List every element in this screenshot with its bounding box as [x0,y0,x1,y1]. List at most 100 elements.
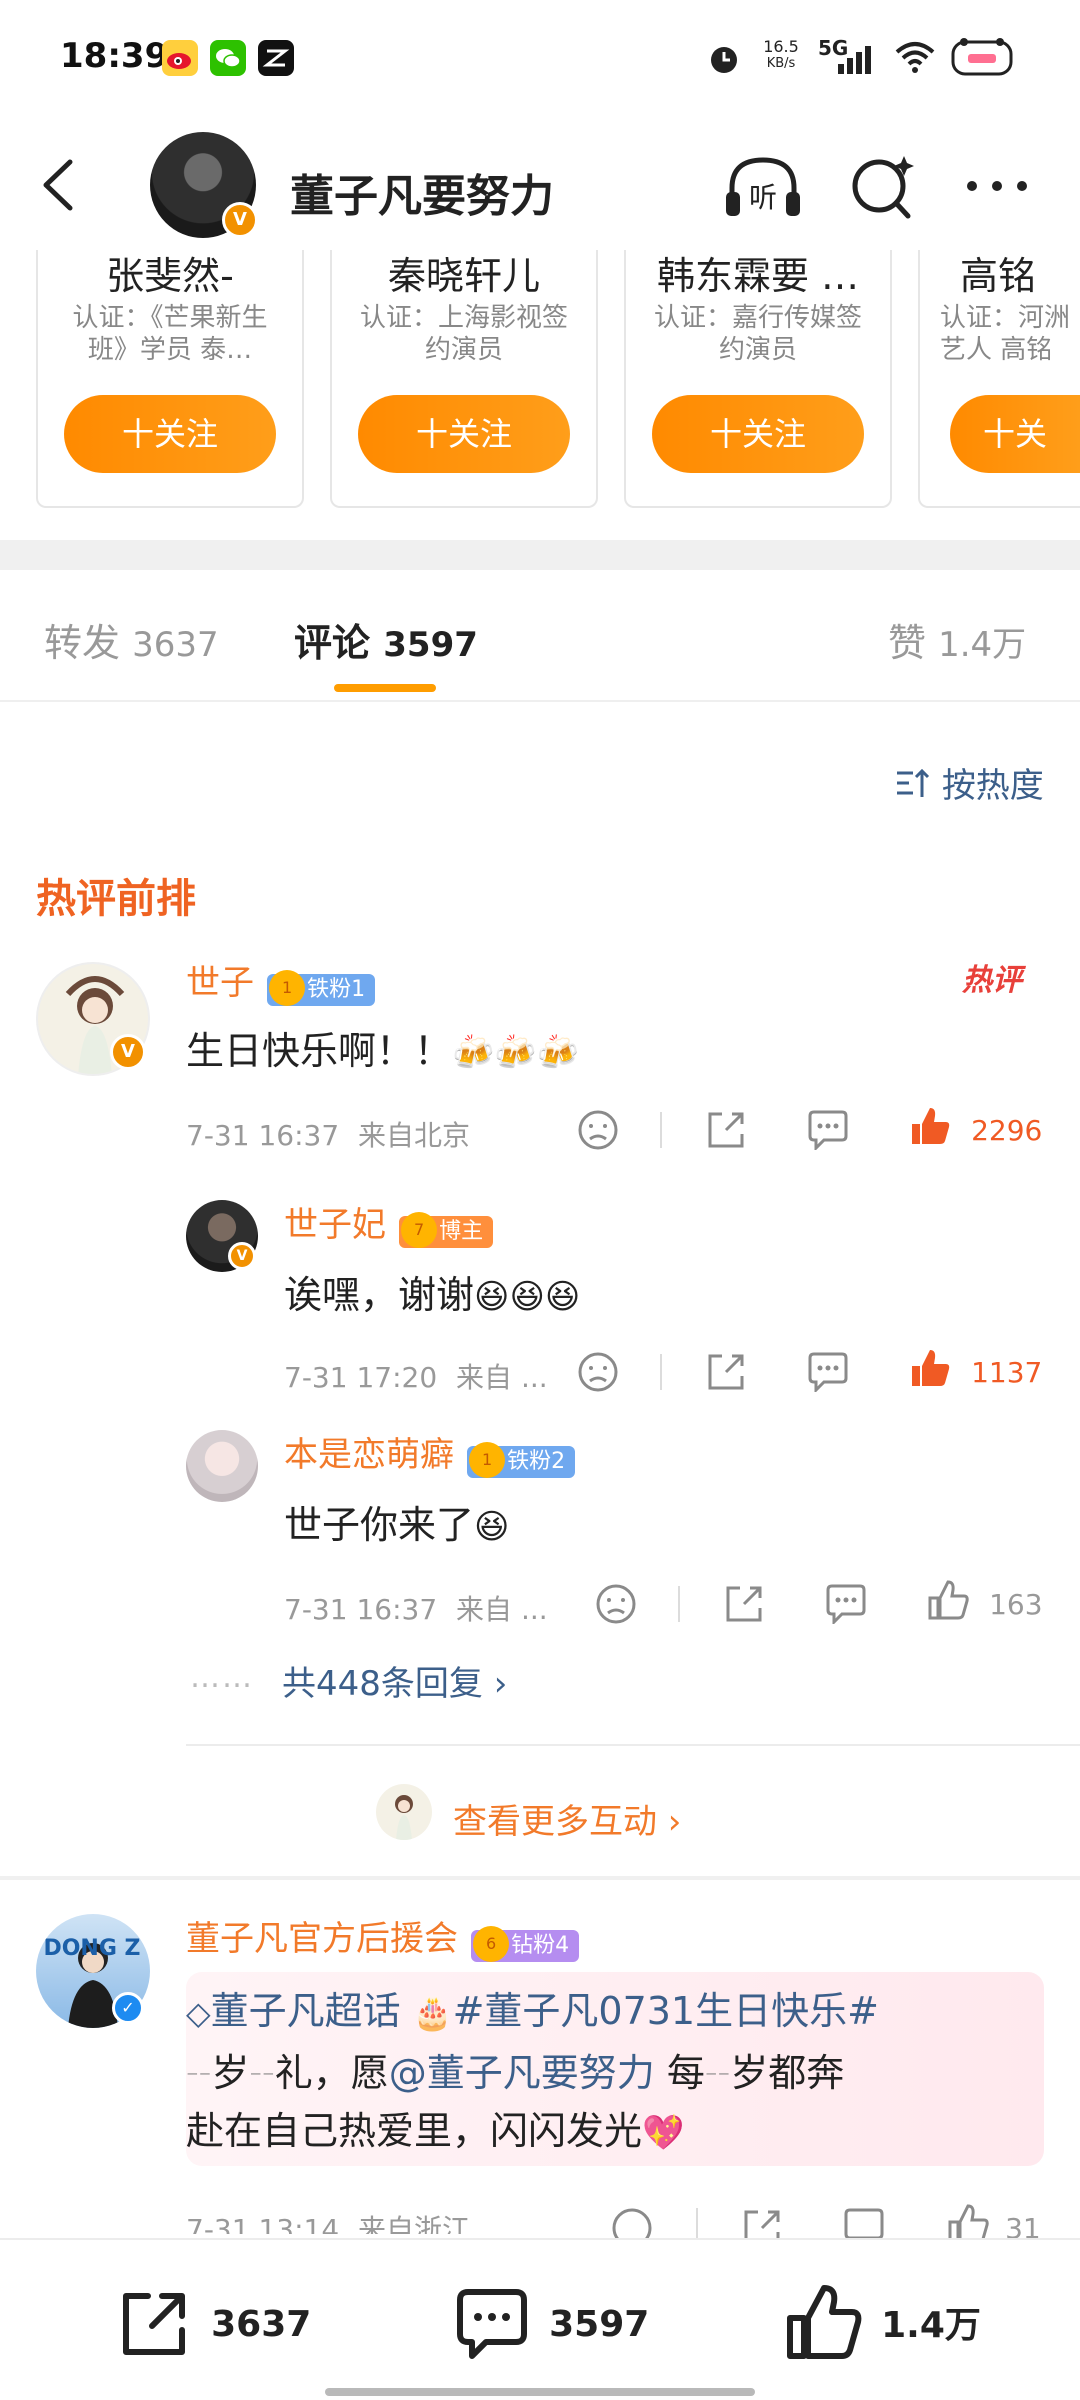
comment-username[interactable]: 董子凡官方后援会 [186,1919,458,1959]
reply-icon[interactable] [842,2208,886,2238]
dislike-icon[interactable] [594,1582,638,1630]
sort-icon [895,766,942,806]
tab-like-count: 1.4万 [938,625,1027,665]
reply-username[interactable]: 世子妃 [284,1205,386,1245]
follow-button[interactable]: 十关 [950,395,1080,473]
search-icon[interactable] [846,150,920,228]
comment-text-line: 赴在自己热爱里，闪闪发光💖 [186,2109,685,2153]
comment-meta: 7-31 16:37 来自北京 [186,1114,470,1154]
like-button[interactable]: 1137 [908,1346,1042,1390]
dislike-icon[interactable] [576,1108,620,1156]
reply-location: 来自 ... [456,1593,548,1626]
follow-button[interactable]: 十关注 [652,395,864,473]
net-speed: 16.5 KB/s [758,38,804,72]
dislike-icon[interactable] [610,2206,654,2238]
diamond-icon: ◇ [186,1994,211,2032]
share-icon[interactable] [704,1350,748,1398]
back-button[interactable] [36,152,86,222]
verified-badge: V [222,202,258,238]
comment-header: 世子 1 铁粉1 [186,955,376,1006]
reply-header: 世子妃 7 博主 [284,1197,494,1248]
comment-text-line: ◇董子凡超话 🎂#董子凡0731生日快乐# [186,1980,879,2035]
like-button[interactable]: 31 [946,2202,1041,2238]
tab-comment[interactable]: 评论 3597 [294,612,478,667]
repost-count: 3637 [211,2303,312,2345]
reply-text: 世子你来了😆 [284,1503,510,1547]
action-separator [660,1112,662,1148]
action-separator [696,2208,698,2238]
recommend-card-name: 张斐然- [106,254,234,298]
reply-avatar[interactable] [186,1430,258,1502]
sort-button[interactable]: 按热度 [895,758,1044,807]
tab-like-label: 赞 [888,621,927,665]
crown-icon: 6 [473,1925,510,1962]
recommend-card-name: 高铭 [960,254,1037,298]
supertopic-link[interactable]: 董子凡超话 [211,1989,401,2033]
net-speed-unit: KB/s [766,56,796,71]
divider [186,1744,1080,1746]
dislike-icon[interactable] [576,1350,620,1398]
sparkle-deco-icon: ⁻⁻ [704,2064,731,2092]
recommend-card-cert: 认证：《芒果新生班》学员 泰… [72,303,268,365]
wechat-app-icon [210,40,246,76]
capcut-app-icon [258,40,294,76]
comment-text: 生日快乐啊！！🍻🍻🍻 [186,1029,580,1073]
comment-username[interactable]: 世子 [186,963,254,1003]
action-separator [660,1354,662,1390]
crown-icon: 1 [269,969,306,1006]
fan-badge: 7 博主 [399,1211,494,1248]
reply-icon[interactable] [824,1584,868,1628]
comment-button[interactable]: 3597 [454,2288,649,2360]
bottom-action-bar: 3637 3597 1.4万 [0,2238,1080,2400]
tab-active-indicator [334,684,436,692]
share-icon[interactable] [722,1582,766,1630]
crown-icon: 1 [469,1441,506,1478]
hashtag-link[interactable]: #董子凡0731生日快乐# [453,1989,879,2033]
like-button[interactable]: 2296 [908,1104,1042,1148]
sparkle-deco-icon: ⁻⁻ [249,2064,275,2092]
fan-badge: 1 铁粉2 [467,1441,576,1478]
mention-link[interactable]: @董子凡要努力 [389,2051,655,2095]
sparkle-deco-icon: ⁻⁻ [186,2064,212,2092]
reply-username[interactable]: 本是恋萌癖 [284,1435,454,1475]
listen-button[interactable]: 听 [722,152,804,226]
svg-text:听: 听 [749,181,777,214]
tab-like[interactable]: 赞 1.4万 [888,612,1026,667]
reply-icon[interactable] [806,1352,850,1396]
wifi-icon [894,40,936,78]
signal-icon [836,44,882,78]
like-count: 1137 [971,1356,1043,1389]
share-icon[interactable] [704,1108,748,1156]
reply-time: 7-31 16:37 [284,1593,438,1626]
like-count: 163 [989,1588,1043,1621]
hot-comment-tag: 热评 [962,963,1022,998]
reply-icon[interactable] [806,1110,850,1154]
more-options-icon[interactable] [962,168,1032,208]
more-replies-link[interactable]: 共448条回复 › [282,1656,507,1705]
recommend-card-cert: 认证：上海影视签约演员 [359,303,568,365]
view-more-interactions[interactable]: 查看更多互动 › [453,1794,681,1843]
recommend-card-name: 韩东霖要 … [656,254,860,298]
share-icon[interactable] [740,2206,784,2238]
like-main-button[interactable]: 1.4万 [784,2282,981,2362]
emoji: 🍻🍻🍻 [452,1033,580,1073]
reply-time: 7-31 17:20 [284,1361,438,1394]
comment-location: 来自北京 [358,1119,471,1152]
follow-button[interactable]: 十关注 [358,395,570,473]
comment4-actions: 31 [606,2200,1080,2238]
like-button[interactable]: 163 [926,1578,1043,1622]
sort-label: 按热度 [941,766,1044,806]
comment-count: 3597 [549,2303,650,2345]
recommend-card-cert: 认证：河洲艺人 高铭 [940,303,1071,365]
verified-badge-blue: ✓ [112,1992,144,2024]
tab-repost[interactable]: 转发 3637 [44,612,219,667]
repost-button[interactable]: 3637 [116,2286,311,2362]
crown-icon: 7 [401,1211,438,1248]
page-title: 董子凡要努力 [290,171,554,222]
follow-button[interactable]: 十关注 [64,395,276,473]
reply-location: 来自 ... [456,1361,548,1394]
tab-divider [0,700,1080,702]
emoji: 💖 [642,2113,685,2153]
tab-comment-count: 3597 [383,625,478,665]
battery-icon [950,36,1016,82]
